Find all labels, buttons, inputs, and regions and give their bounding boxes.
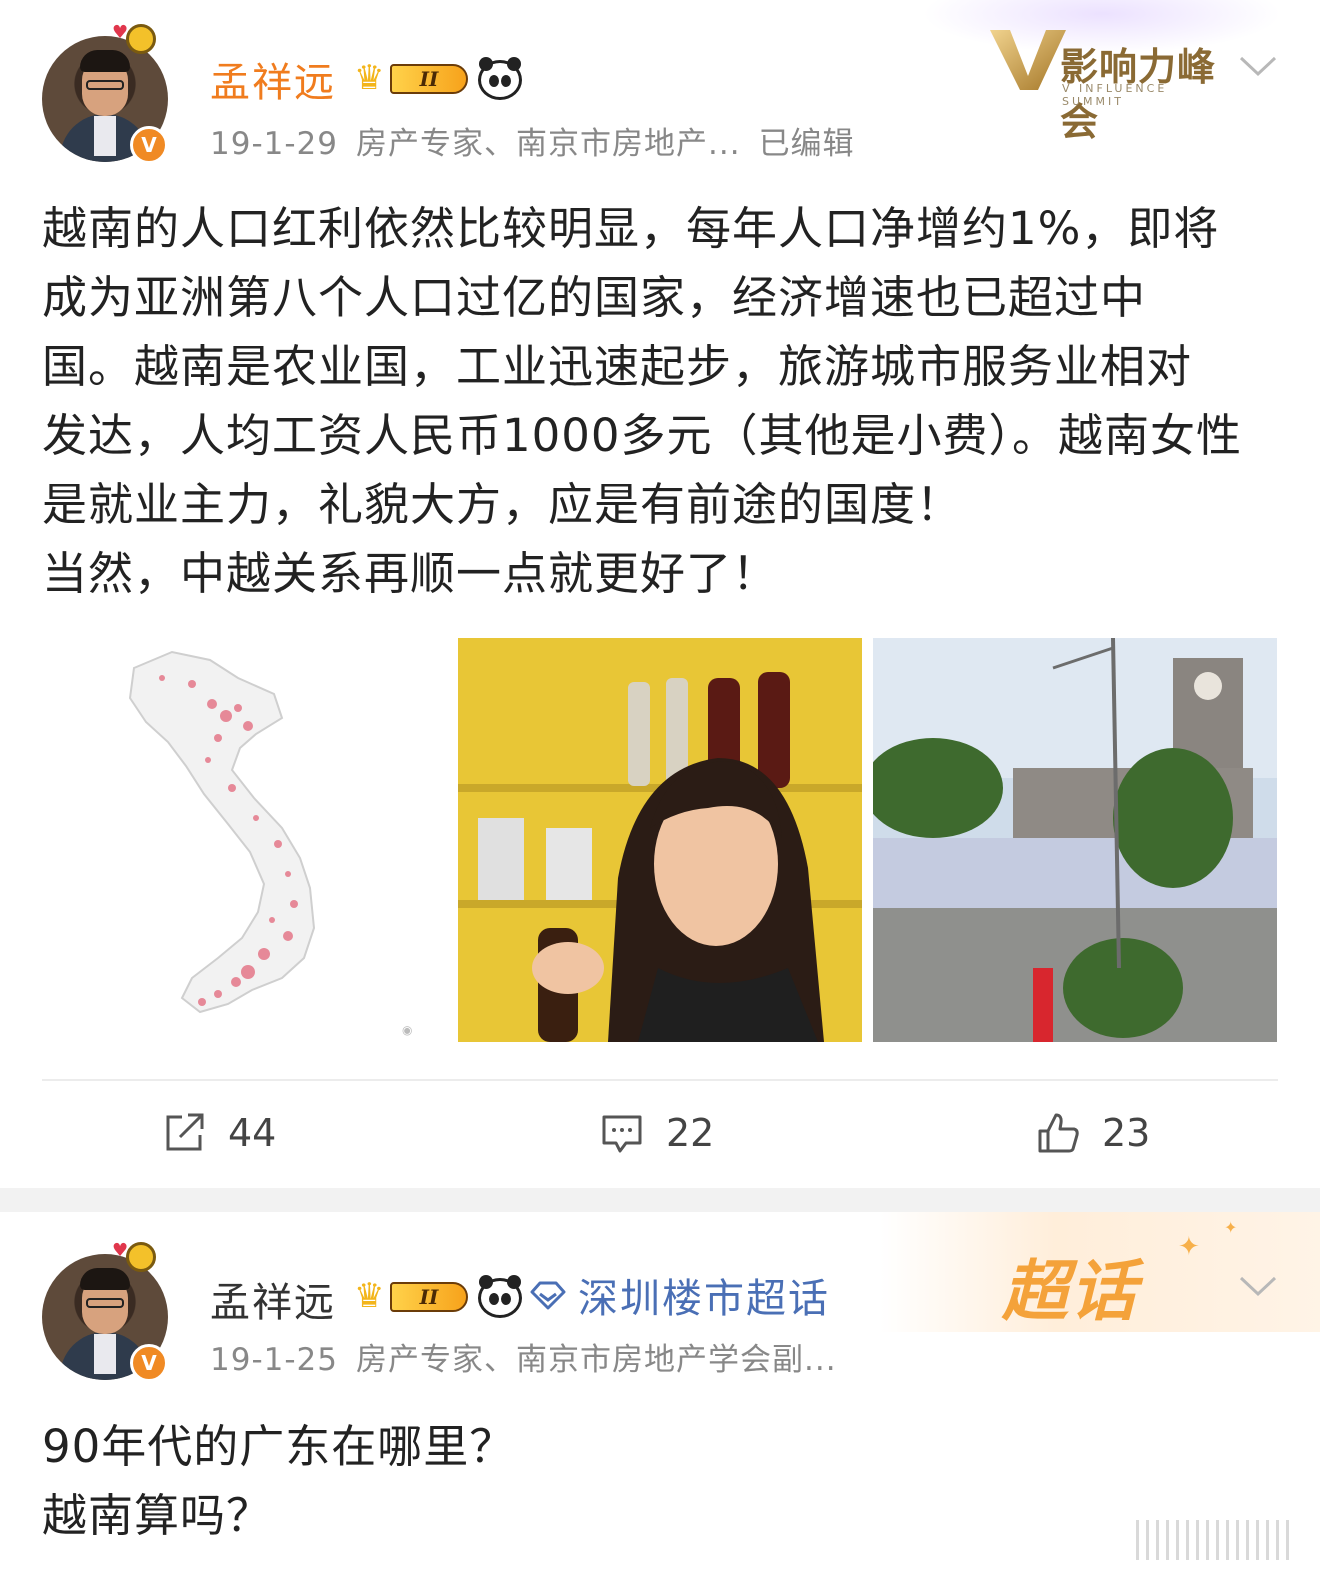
chevron-down-icon[interactable] bbox=[1238, 1274, 1278, 1298]
comment-button[interactable]: 22 bbox=[600, 1105, 714, 1161]
post-date: 19-1-29 bbox=[210, 126, 338, 162]
like-count: 23 bbox=[1102, 1111, 1151, 1155]
v-logo-icon bbox=[990, 30, 1066, 90]
action-divider bbox=[42, 1079, 1278, 1081]
like-button[interactable]: 23 bbox=[1036, 1105, 1150, 1161]
cathedral-image[interactable] bbox=[873, 638, 1277, 1042]
post-text-line: 发达，人均工资人民币1000多元（其他是小费）。越南女性 bbox=[42, 409, 1243, 462]
post-text-line: 是就业主力，礼貌大方，应是有前途的国度！ bbox=[42, 478, 963, 531]
post-text-line: 成为亚洲第八个人口过亿的国家，经济增速也已超过中 bbox=[42, 271, 1147, 324]
repost-icon bbox=[166, 1113, 204, 1151]
chevron-down-icon[interactable] bbox=[1238, 54, 1278, 78]
level-label: II bbox=[390, 1282, 468, 1312]
woman-at-bar-image[interactable] bbox=[458, 638, 862, 1042]
weibo-post-2: ✦ ✦ 超话 V ♥ 孟祥远 ♛ II 深圳楼市超话 19-1-25 房产专家、南… bbox=[0, 1212, 1320, 1573]
diamond-icon bbox=[530, 1281, 566, 1310]
super-topic-label[interactable]: 超话 bbox=[1002, 1238, 1138, 1334]
brand-subtitle: V INFLUENCE SUMMIT bbox=[1062, 82, 1168, 108]
svg-text:◉: ◉ bbox=[402, 1023, 412, 1037]
influence-summit-logo: 影响力峰会 V INFLUENCE SUMMIT bbox=[922, 0, 1282, 144]
avatar-pendant-icon: ♥ bbox=[112, 16, 162, 64]
username[interactable]: 孟祥远 bbox=[210, 1270, 336, 1328]
post-text-line: 当然，中越关系再顺一点就更好了！ bbox=[42, 547, 779, 600]
post-text-line: 越南的人口红利依然比较明显，每年人口净增约1%，即将 bbox=[42, 202, 1220, 255]
vietnam-population-map-image[interactable]: ◉ bbox=[42, 638, 446, 1042]
super-topic-name: 深圳楼市超话 bbox=[578, 1276, 830, 1322]
post-text-line: 越南算吗？ bbox=[42, 1489, 273, 1542]
panda-icon bbox=[478, 57, 522, 100]
post-meta: 19-1-29 房产专家、南京市房地产... 已编辑 bbox=[210, 118, 873, 163]
post-meta: 19-1-25 房产专家、南京市房地产学会副... bbox=[210, 1334, 855, 1379]
post-text: 越南的人口红利依然比较明显，每年人口净增约1%，即将 成为亚洲第八个人口过亿的国… bbox=[42, 194, 1278, 608]
repost-count: 44 bbox=[228, 1111, 277, 1155]
sparkle-icon: ✦ bbox=[1224, 1218, 1238, 1237]
comment-icon bbox=[602, 1115, 642, 1153]
avatar-pendant-icon: ♥ bbox=[112, 1234, 162, 1282]
username[interactable]: 孟祥远 bbox=[210, 50, 336, 108]
user-bio: 房产专家、南京市房地产学会副... bbox=[356, 1342, 837, 1378]
post-text: 90年代的广东在哪里？ 越南算吗？ bbox=[42, 1412, 1278, 1550]
post-text-line: 90年代的广东在哪里？ bbox=[42, 1420, 516, 1473]
post-separator bbox=[0, 1188, 1320, 1212]
super-topic-link[interactable]: 深圳楼市超话 bbox=[528, 1272, 830, 1322]
panda-icon bbox=[478, 1275, 522, 1318]
sparkle-icon: ✦ bbox=[1178, 1232, 1200, 1262]
weibo-post-1: V ♥ 孟祥远 ♛ II 19-1-29 房产专家、南京市房地产... 已编辑 影响… bbox=[0, 0, 1320, 1188]
verified-badge-icon: V bbox=[130, 1344, 168, 1382]
member-level-badge[interactable]: ♛ II bbox=[354, 1276, 468, 1316]
member-level-badge[interactable]: ♛ II bbox=[354, 58, 468, 98]
user-bio: 房产专家、南京市房地产... bbox=[356, 126, 741, 162]
thumbs-up-icon bbox=[1038, 1113, 1079, 1153]
level-label: II bbox=[390, 64, 468, 94]
post-date: 19-1-25 bbox=[210, 1342, 338, 1378]
edited-label: 已编辑 bbox=[758, 126, 855, 162]
comment-count: 22 bbox=[666, 1111, 715, 1155]
scroll-indicator bbox=[1136, 1520, 1296, 1560]
post-text-line: 国。越南是农业国，工业迅速起步，旅游城市服务业相对 bbox=[42, 340, 1193, 393]
repost-button[interactable]: 44 bbox=[162, 1105, 276, 1161]
verified-badge-icon: V bbox=[130, 126, 168, 164]
